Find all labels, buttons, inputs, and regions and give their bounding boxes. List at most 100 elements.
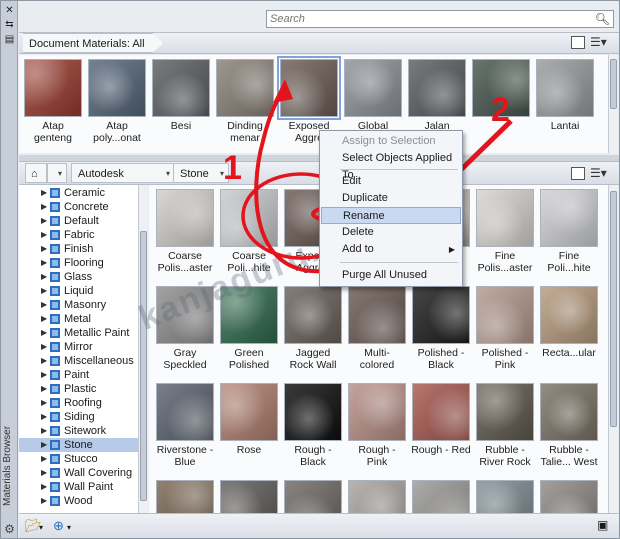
material-thumbnail[interactable] [412, 480, 470, 513]
library-material-swatch[interactable] [539, 480, 599, 513]
expand-icon[interactable]: ▶ [41, 256, 47, 270]
view-toggle-icon[interactable] [571, 167, 585, 180]
view-toggle-icon[interactable] [571, 36, 585, 49]
library-scrollbar[interactable] [608, 185, 618, 513]
material-thumbnail[interactable] [156, 189, 214, 247]
menu-item-select-objects-applied-to[interactable]: Select Objects Applied To [321, 150, 461, 181]
material-thumbnail[interactable] [476, 480, 534, 513]
properties-icon[interactable]: ▤ [3, 34, 16, 46]
library-material-swatch[interactable]: Jagged Rock Wall [283, 286, 343, 371]
material-thumbnail[interactable] [220, 286, 278, 344]
category-item[interactable]: ▶ Concrete [19, 200, 139, 214]
material-thumbnail[interactable] [476, 189, 534, 247]
chevron-down-icon[interactable]: ▾ [39, 523, 43, 532]
expand-icon[interactable]: ▶ [41, 410, 47, 424]
expand-icon[interactable]: ▶ [41, 214, 47, 228]
material-thumbnail[interactable] [540, 383, 598, 441]
material-thumbnail[interactable] [156, 286, 214, 344]
expand-icon[interactable]: ▶ [41, 298, 47, 312]
menu-item-add-to[interactable]: Add to ▶ [321, 241, 461, 258]
material-thumbnail[interactable] [348, 480, 406, 513]
expand-icon[interactable]: ▶ [41, 382, 47, 396]
document-materials-scrollbar[interactable] [608, 55, 618, 153]
create-material-icon[interactable]: ⊕ [53, 518, 64, 534]
material-thumbnail[interactable] [476, 383, 534, 441]
material-thumbnail[interactable] [412, 383, 470, 441]
search-input[interactable] [267, 11, 587, 27]
library-material-swatch[interactable]: Riverstone - Blue [155, 383, 215, 468]
library-material-swatch[interactable]: Polished - Black [411, 286, 471, 371]
library-material-swatch[interactable]: Coarse Polis...aster [155, 189, 215, 274]
material-thumbnail[interactable] [277, 56, 341, 120]
category-item[interactable]: ▶ Metallic Paint [19, 326, 139, 340]
category-item[interactable]: ▶ Flooring [19, 256, 139, 270]
material-thumbnail[interactable] [348, 286, 406, 344]
expand-icon[interactable]: ▶ [41, 228, 47, 242]
scroll-thumb[interactable] [140, 231, 147, 501]
library-material-swatch[interactable]: Coarse Poli...hite [219, 189, 279, 274]
library-material-swatch[interactable]: Green Polished [219, 286, 279, 371]
category-item[interactable]: ▶ Roofing [19, 396, 139, 410]
category-item[interactable]: ▶ Metal [19, 312, 139, 326]
material-thumbnail[interactable] [88, 59, 146, 117]
material-thumbnail[interactable] [540, 480, 598, 513]
library-material-swatch[interactable]: Fine Poli...hite [539, 189, 599, 274]
library-material-swatch[interactable]: Rough - Pink [347, 383, 407, 468]
material-thumbnail[interactable] [348, 383, 406, 441]
material-thumbnail[interactable] [220, 189, 278, 247]
material-thumbnail[interactable] [412, 286, 470, 344]
material-thumbnail[interactable] [152, 59, 210, 117]
library-material-swatch[interactable]: Rubble - Talie... West [539, 383, 599, 468]
menu-item-purge-all-unused[interactable]: Purge All Unused [321, 267, 461, 284]
category-item[interactable]: ▶ Miscellaneous [19, 354, 139, 368]
library-material-swatch[interactable]: Rose [219, 383, 279, 456]
category-item[interactable]: ▶ Wall Covering [19, 466, 139, 480]
material-thumbnail[interactable] [220, 383, 278, 441]
material-thumbnail[interactable] [216, 59, 274, 117]
material-thumbnail[interactable] [220, 480, 278, 513]
library-material-swatch[interactable]: Rubble - River Rock [475, 383, 535, 468]
category-item[interactable]: ▶ Fabric [19, 228, 139, 242]
list-options-icon[interactable]: ☰▾ [590, 35, 607, 49]
category-item[interactable]: ▶ Default [19, 214, 139, 228]
expand-icon[interactable]: ▶ [41, 312, 47, 326]
category-item[interactable]: ▶ Sitework [19, 424, 139, 438]
category-item[interactable]: ▶ Plastic [19, 382, 139, 396]
scroll-thumb[interactable] [610, 59, 617, 109]
menu-item-duplicate[interactable]: Duplicate [321, 190, 461, 207]
expand-icon[interactable]: ▶ [41, 200, 47, 214]
home-button[interactable]: ⌂ [25, 163, 47, 183]
chevron-down-icon[interactable]: ▾ [67, 523, 71, 532]
material-thumbnail[interactable] [284, 286, 342, 344]
expand-icon[interactable]: ▶ [41, 424, 47, 438]
library-material-swatch[interactable] [283, 480, 343, 513]
menu-item-edit[interactable]: Edit [321, 173, 461, 190]
category-item[interactable]: ▶ Paint [19, 368, 139, 382]
material-thumbnail[interactable] [536, 59, 594, 117]
library-material-swatch[interactable] [475, 480, 535, 513]
close-icon[interactable]: ✕ [3, 5, 16, 17]
material-thumbnail[interactable] [344, 59, 402, 117]
category-item[interactable]: ▶ Stone [19, 438, 139, 452]
menu-item-assign-to-selection[interactable]: Assign to Selection [321, 133, 461, 150]
breadcrumb-stone[interactable]: Stone ▾ [173, 163, 229, 183]
search-icon[interactable]: 🔍︎ [595, 12, 610, 26]
expand-icon[interactable]: ▶ [41, 242, 47, 256]
material-thumbnail[interactable] [156, 383, 214, 441]
expand-icon[interactable]: ▶ [41, 480, 47, 494]
material-thumbnail[interactable] [24, 59, 82, 117]
category-item[interactable]: ▶ Mirror [19, 340, 139, 354]
document-materials-filter[interactable]: Document Materials: All [23, 33, 164, 53]
menu-item-rename[interactable]: Rename [321, 207, 461, 224]
library-material-swatch[interactable]: Rough - Black [283, 383, 343, 468]
category-item[interactable]: ▶ Glass [19, 270, 139, 284]
document-material-swatch[interactable]: Atap poly...onat [87, 59, 147, 144]
library-material-swatch[interactable]: Polished - Pink [475, 286, 535, 371]
category-item[interactable]: ▶ Wood [19, 494, 139, 508]
library-material-swatch[interactable] [219, 480, 279, 513]
category-item[interactable]: ▶ Masonry [19, 298, 139, 312]
library-material-swatch[interactable]: Gray Speckled [155, 286, 215, 371]
material-thumbnail[interactable] [540, 286, 598, 344]
list-options-icon[interactable]: ☰▾ [590, 166, 607, 180]
document-material-swatch[interactable]: Global [343, 59, 403, 132]
